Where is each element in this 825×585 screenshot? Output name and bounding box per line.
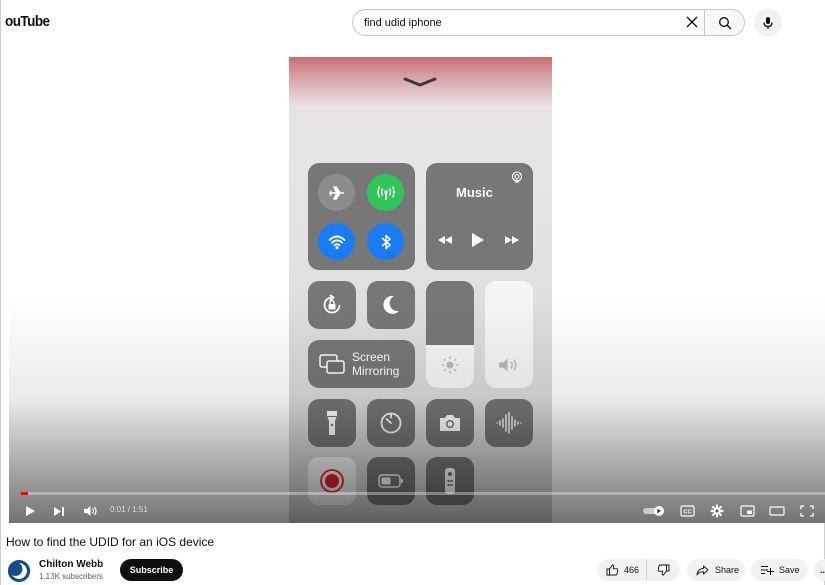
remote-button[interactable]	[426, 457, 474, 505]
channel-avatar[interactable]	[8, 560, 30, 582]
autoplay-toggle[interactable]	[641, 501, 667, 521]
dislike-icon	[657, 564, 670, 576]
video-title: How to find the UDID for an iOS device	[6, 535, 215, 549]
miniplayer-button[interactable]	[737, 501, 757, 521]
camera-button[interactable]	[426, 399, 474, 447]
cellular-icon	[376, 185, 395, 200]
svg-text:CC: CC	[683, 509, 691, 515]
fullscreen-button[interactable]	[797, 501, 817, 521]
share-label: Share	[715, 565, 740, 575]
screen-mirroring-icon	[319, 354, 345, 374]
rotation-lock-icon	[323, 294, 341, 314]
miniplayer-icon	[739, 505, 755, 517]
voice-memo-icon	[496, 412, 522, 434]
rewind-icon[interactable]	[437, 235, 453, 245]
save-button[interactable]: Save	[751, 559, 808, 581]
wifi-toggle[interactable]	[318, 223, 355, 260]
progress-bar[interactable]	[21, 492, 825, 495]
fullscreen-icon	[800, 505, 814, 517]
more-label: ...	[820, 565, 825, 575]
channel-logo	[8, 560, 30, 582]
remote-icon	[445, 468, 455, 494]
connectivity-tile	[308, 163, 415, 270]
play-icon[interactable]	[471, 232, 485, 248]
like-count: 466	[624, 565, 640, 575]
volume-button[interactable]	[80, 501, 100, 521]
voice-search-button[interactable]	[754, 9, 782, 37]
moon-icon	[383, 295, 399, 314]
timer-button[interactable]	[367, 399, 415, 447]
autoplay-icon	[643, 506, 664, 516]
volume-slider[interactable]	[485, 281, 533, 388]
youtube-logo[interactable]: ouTube	[5, 13, 50, 30]
like-button[interactable]: 466	[597, 559, 647, 581]
dislike-button[interactable]	[647, 559, 680, 581]
volume-icon	[83, 506, 97, 516]
like-icon	[606, 564, 619, 576]
music-title: Music	[456, 185, 493, 200]
settings-icon	[710, 504, 724, 518]
theater-icon	[769, 506, 785, 516]
airplane-mode-toggle[interactable]	[318, 174, 355, 211]
screen-mirroring-line2: Mirroring	[352, 364, 400, 378]
captions-icon: CC	[679, 505, 695, 517]
subscribe-button[interactable]: Subscribe	[120, 559, 183, 581]
video-frame[interactable]: Music Screen Mirroring	[289, 57, 552, 523]
sun-icon	[441, 356, 459, 374]
captions-button[interactable]: CC	[677, 501, 697, 521]
play-icon	[25, 506, 35, 516]
theater-mode-button[interactable]	[767, 501, 787, 521]
battery-icon	[378, 474, 403, 488]
screen-mirroring-line1: Screen	[352, 350, 391, 364]
bluetooth-icon	[381, 234, 391, 249]
settings-button[interactable]	[707, 501, 727, 521]
save-icon	[761, 566, 774, 575]
time-display: 0:01 / 1:51	[110, 505, 148, 514]
search-box[interactable]	[352, 9, 704, 36]
voice-memo-button[interactable]	[485, 399, 533, 447]
fast-forward-icon[interactable]	[504, 235, 520, 245]
do-not-disturb-button[interactable]	[367, 281, 415, 329]
music-tile[interactable]: Music	[426, 163, 533, 270]
camera-icon	[440, 415, 460, 431]
bluetooth-toggle[interactable]	[367, 223, 404, 260]
progress-played	[21, 492, 29, 495]
next-button[interactable]	[50, 501, 68, 521]
search-icon	[718, 16, 731, 29]
clear-icon	[686, 16, 698, 28]
subscriber-count: 1.13K subscribers	[39, 572, 104, 581]
airplay-icon[interactable]	[511, 171, 523, 183]
mic-icon	[763, 17, 773, 29]
search-button[interactable]	[704, 9, 745, 36]
share-icon	[696, 565, 709, 575]
screen-mirroring-label: Screen Mirroring	[352, 350, 399, 378]
share-button[interactable]: Share	[687, 559, 745, 581]
screen-record-button[interactable]	[308, 457, 356, 505]
youtube-watch-page: ouTube find udid iphone Music Screen Mir…	[0, 0, 825, 585]
play-button[interactable]	[21, 501, 39, 521]
flashlight-button[interactable]	[308, 399, 356, 447]
save-label: Save	[779, 565, 800, 575]
next-icon	[54, 506, 64, 516]
timer-icon	[380, 412, 402, 434]
chevron-down-icon	[403, 77, 437, 87]
cellular-toggle[interactable]	[367, 174, 404, 211]
brightness-slider[interactable]	[426, 281, 474, 388]
search-input[interactable]	[364, 14, 674, 32]
flashlight-icon	[327, 411, 337, 435]
more-actions-button[interactable]: ...	[814, 559, 825, 581]
channel-name[interactable]: Chilton Webb	[39, 559, 103, 570]
video-player[interactable]: Music Screen Mirroring 0:01 / 1:51 CC	[9, 44, 825, 523]
airplane-icon	[328, 185, 344, 200]
like-dislike-group: 466	[597, 559, 680, 581]
low-power-button[interactable]	[367, 457, 415, 505]
screen-mirroring-button[interactable]: Screen Mirroring	[308, 340, 415, 388]
rotation-lock-button[interactable]	[308, 281, 356, 329]
wifi-icon	[328, 235, 345, 249]
speaker-icon	[499, 358, 517, 372]
clear-search-button[interactable]	[681, 11, 703, 33]
record-icon	[320, 469, 344, 493]
masthead: ouTube	[1, 0, 825, 44]
